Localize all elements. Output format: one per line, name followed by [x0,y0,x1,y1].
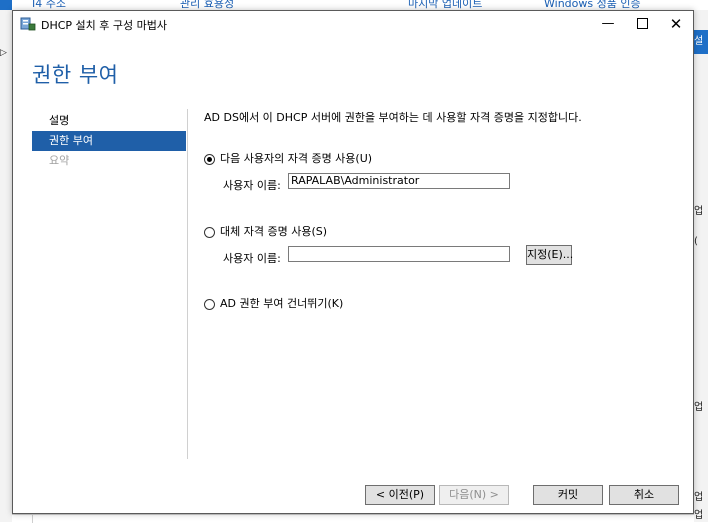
background-window-right-edge: 설정 업 ( 업 업 업 [694,10,708,522]
option-skip-ad-authorization[interactable]: AD 권한 부여 건너뛰기(K) [204,295,343,311]
background-fragment: 업 [694,492,704,503]
radio-skip-ad-authorization[interactable] [204,298,215,310]
nav-divider [187,109,188,459]
alternate-username-label: 사용자 이름: [223,252,281,265]
page-title: 권한 부여 [32,63,119,87]
option-current-credentials-label: 다음 사용자의 자격 증명 사용(U) [220,152,373,165]
background-expand-arrow-icon: ▷ [0,48,7,58]
footer-separator [13,475,693,476]
maximize-button[interactable] [625,11,659,37]
wizard-steps-nav: 설명 권한 부여 요약 [32,111,186,171]
nav-step-description[interactable]: 설명 [32,111,186,131]
nav-step-summary: 요약 [49,154,70,167]
close-button[interactable]: ✕ [659,11,693,37]
background-fragment: 업 [694,510,704,521]
minimize-button[interactable]: — [591,11,625,37]
radio-alternate-credentials[interactable] [204,226,215,238]
background-fragment: 업 [694,402,704,413]
cancel-button[interactable]: 취소 [609,485,679,505]
alternate-username-field[interactable] [288,246,510,262]
next-button: 다음(N) > [439,485,509,505]
option-alternate-credentials[interactable]: 대체 자격 증명 사용(S) [204,223,327,239]
authorization-description: AD DS에서 이 DHCP 서버에 권한을 부여하는 데 사용할 자격 증명을… [204,111,582,124]
dialog-title: DHCP 설치 후 구성 마법사 [41,19,168,32]
radio-current-credentials[interactable] [204,153,215,165]
background-tasks-button: 설정 [694,30,708,54]
option-current-credentials[interactable]: 다음 사용자의 자격 증명 사용(U) [204,150,372,166]
dhcp-server-icon [20,17,36,31]
background-window-left-edge: ▷ [0,0,12,522]
previous-button[interactable]: < 이전(P) [365,485,435,505]
current-username-field[interactable]: RAPALAB\Administrator [288,173,510,189]
current-username-label: 사용자 이름: [223,179,281,192]
dhcp-wizard-dialog: DHCP 설치 후 구성 마법사 — ✕ 권한 부여 설명 권한 부여 요약 A… [12,10,694,514]
option-alternate-credentials-label: 대체 자격 증명 사용(S) [220,225,328,238]
nav-step-authorization[interactable]: 권한 부여 [32,131,186,151]
specify-credentials-button[interactable]: 지정(E)... [526,245,573,265]
maximize-icon [636,18,648,29]
commit-button[interactable]: 커밋 [533,485,603,505]
background-fragment: ( [694,236,698,247]
option-skip-ad-authorization-label: AD 권한 부여 건너뛰기(K) [220,297,344,310]
background-nav-highlight [0,0,12,10]
title-bar[interactable]: DHCP 설치 후 구성 마법사 — ✕ [13,11,693,37]
background-fragment: 업 [694,206,704,217]
